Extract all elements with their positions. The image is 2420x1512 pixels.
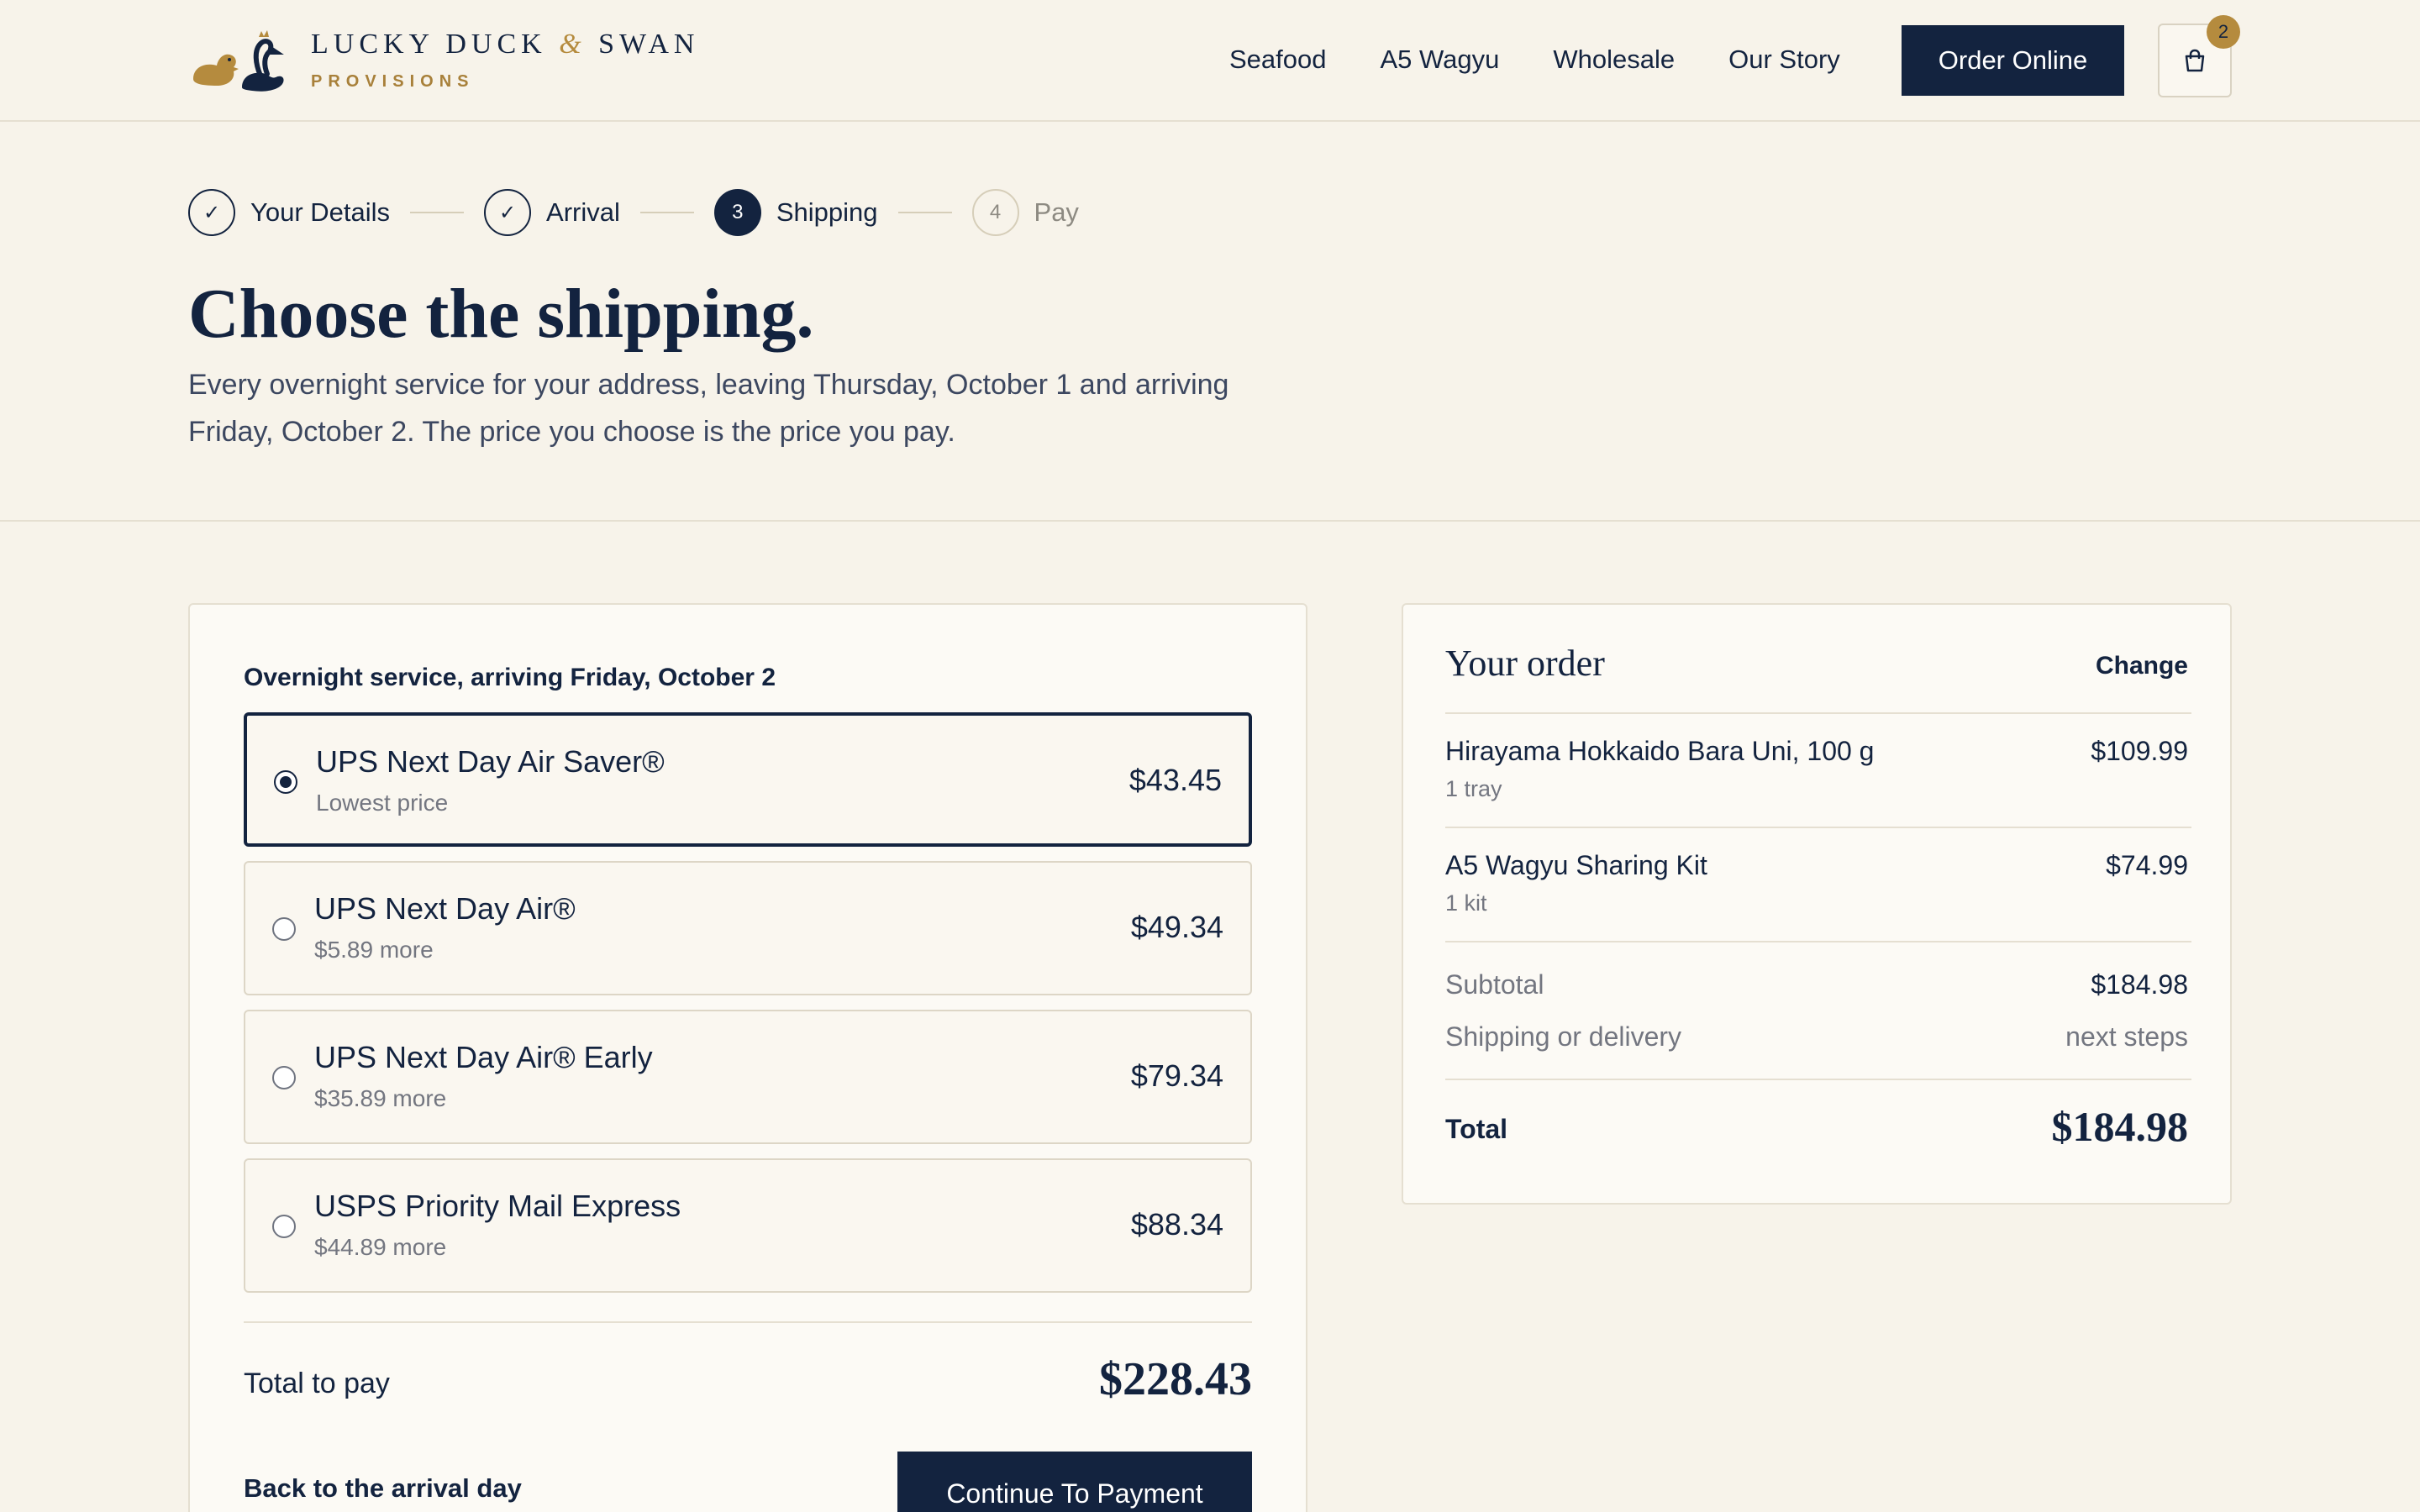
option-price: $43.45 xyxy=(1128,763,1222,797)
option-price: $79.34 xyxy=(1130,1058,1223,1093)
order-item-qty: 1 tray xyxy=(1445,776,1502,801)
continue-to-payment-button[interactable]: Continue To Payment xyxy=(897,1452,1252,1512)
panel-divider xyxy=(244,1321,1252,1323)
step-pay: 4 Pay xyxy=(971,189,1079,236)
step-number: 4 xyxy=(971,189,1019,236)
brand-logo[interactable]: LUCKY DUCK & SWAN PROVISIONS xyxy=(188,27,699,94)
shipping-option-ups-next-day-air-early[interactable]: UPS Next Day Air® Early $35.89 more $79.… xyxy=(244,1010,1252,1144)
order-online-button[interactable]: Order Online xyxy=(1902,25,2124,96)
summary-divider xyxy=(1445,827,2191,828)
nav-wholesale[interactable]: Wholesale xyxy=(1553,42,1675,77)
order-item-qty: 1 kit xyxy=(1445,890,1487,916)
option-note: $35.89 more xyxy=(314,1085,447,1111)
main-nav: Seafood A5 Wagyu Wholesale Our Story xyxy=(1229,42,1894,77)
option-price: $49.34 xyxy=(1130,910,1223,944)
step-check-icon: ✓ xyxy=(484,189,532,236)
shipping-panel: Overnight service, arriving Friday, Octo… xyxy=(188,603,1307,1512)
duck-swan-logo-icon xyxy=(193,30,284,92)
step-label: Shipping xyxy=(776,197,878,227)
order-item-name: Hirayama Hokkaido Bara Uni, 100 g xyxy=(1445,736,1875,766)
step-label: Your Details xyxy=(250,197,391,227)
brand-tagline: PROVISIONS xyxy=(311,71,475,91)
order-item-price: $74.99 xyxy=(2106,850,2188,880)
nav-seafood[interactable]: Seafood xyxy=(1229,42,1327,77)
cart-count-badge: 2 xyxy=(2207,15,2240,49)
shipping-value: next steps xyxy=(2065,1021,2188,1052)
order-total-label: Total xyxy=(1445,1114,1508,1144)
radio-button[interactable] xyxy=(272,1066,296,1089)
shipping-option-ups-next-day-air-saver[interactable]: UPS Next Day Air Saver® Lowest price $43… xyxy=(244,712,1252,847)
back-to-arrival-link[interactable]: Back to the arrival day xyxy=(244,1473,522,1504)
change-order-link[interactable]: Change xyxy=(2096,652,2188,680)
step-connector xyxy=(897,212,952,213)
radio-button[interactable] xyxy=(272,917,296,941)
checkout-stepper: ✓ Your Details ✓ Arrival 3 Shipping 4 Pa… xyxy=(188,189,1079,236)
option-name: UPS Next Day Air® Early xyxy=(314,1040,653,1074)
step-connector xyxy=(639,212,694,213)
subtotal-label: Subtotal xyxy=(1445,969,1544,1000)
shopping-bag-icon xyxy=(2185,49,2205,72)
step-arrival[interactable]: ✓ Arrival xyxy=(484,189,620,236)
section-divider xyxy=(0,520,2420,522)
subtotal-value: $184.98 xyxy=(2091,969,2188,1000)
total-to-pay-value: $228.43 xyxy=(1099,1353,1252,1405)
order-item-price: $109.99 xyxy=(2091,736,2188,766)
step-number: 3 xyxy=(713,189,761,236)
summary-divider xyxy=(1445,1079,2191,1080)
order-summary-title: Your order xyxy=(1445,643,1605,684)
option-name: USPS Priority Mail Express xyxy=(314,1189,681,1223)
option-name: UPS Next Day Air® xyxy=(314,891,576,926)
brand-name: LUCKY DUCK & SWAN xyxy=(311,28,700,60)
option-note: $5.89 more xyxy=(314,937,434,963)
shipping-heading: Overnight service, arriving Friday, Octo… xyxy=(244,664,776,691)
option-note: $44.89 more xyxy=(314,1234,447,1260)
nav-a5-wagyu[interactable]: A5 Wagyu xyxy=(1381,42,1500,77)
step-label: Arrival xyxy=(546,197,620,227)
summary-divider xyxy=(1445,712,2191,714)
shipping-label: Shipping or delivery xyxy=(1445,1021,1682,1052)
option-name: UPS Next Day Air Saver® xyxy=(316,744,665,779)
summary-divider xyxy=(1445,941,2191,942)
option-price: $88.34 xyxy=(1130,1207,1223,1242)
order-summary: Your order Change Hirayama Hokkaido Bara… xyxy=(1402,603,2232,1205)
page-title: Choose the shipping. xyxy=(188,275,814,353)
order-total-value: $184.98 xyxy=(2051,1103,2189,1150)
step-shipping: 3 Shipping xyxy=(713,189,878,236)
site-header: LUCKY DUCK & SWAN PROVISIONS Seafood A5 … xyxy=(0,0,2420,122)
shipping-option-ups-next-day-air[interactable]: UPS Next Day Air® $5.89 more $49.34 xyxy=(244,861,1252,995)
step-connector xyxy=(410,212,465,213)
page-description: Every overnight service for your address… xyxy=(188,369,1229,448)
option-note: Lowest price xyxy=(316,790,449,816)
step-your-details[interactable]: ✓ Your Details xyxy=(188,189,390,236)
step-label: Pay xyxy=(1034,197,1079,227)
radio-button[interactable] xyxy=(272,1215,296,1238)
radio-button[interactable] xyxy=(274,770,297,794)
order-item-name: A5 Wagyu Sharing Kit xyxy=(1445,850,1707,880)
step-check-icon: ✓ xyxy=(188,189,235,236)
total-to-pay-label: Total to pay xyxy=(244,1368,390,1399)
shipping-option-usps-priority-mail-express[interactable]: USPS Priority Mail Express $44.89 more $… xyxy=(244,1158,1252,1293)
nav-our-story[interactable]: Our Story xyxy=(1728,42,1840,77)
